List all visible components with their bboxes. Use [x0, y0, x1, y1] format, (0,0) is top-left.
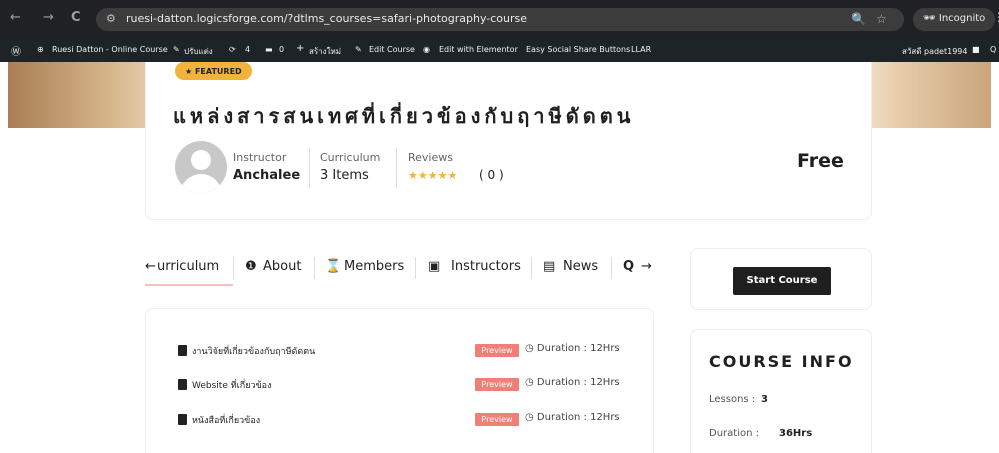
site-name-link[interactable]: Ruesi Datton - Online Course — [52, 45, 168, 54]
course-info-title: COURSE INFO — [709, 352, 854, 371]
tab-members[interactable]: Members — [344, 259, 404, 274]
course-price: Free — [797, 150, 844, 172]
meta-divider — [396, 148, 397, 188]
tab-divider — [415, 257, 416, 279]
book-icon — [178, 379, 187, 390]
featured-badge: ★ FEATURED — [175, 62, 252, 80]
course-info-card: COURSE INFO Lessons : 3 Duration : 36Hrs — [690, 329, 872, 453]
lesson-title[interactable]: หนังสือที่เกี่ยวข้อง — [192, 413, 260, 427]
bookmark-star-icon[interactable]: ☆ — [876, 12, 887, 26]
updates-count[interactable]: 4 — [245, 45, 250, 54]
forward-button[interactable]: → — [43, 10, 54, 25]
lesson-title[interactable]: งานวิจัยที่เกี่ยวข้องกับฤาษีดัดตน — [192, 344, 315, 358]
incognito-indicator[interactable]: 🕶 Incognito — [913, 8, 995, 31]
wordpress-logo-icon[interactable]: Ⓦ — [11, 43, 21, 58]
tab-search-icon[interactable]: Q — [623, 259, 634, 274]
reviews-label: Reviews — [408, 151, 453, 164]
customize-icon: ✎ — [173, 45, 180, 54]
tab-instructors[interactable]: Instructors — [451, 259, 521, 274]
book-icon — [178, 414, 187, 425]
duration-label: Duration : — [709, 428, 759, 439]
tab-divider — [531, 257, 532, 279]
edit-course-link[interactable]: Edit Course — [369, 45, 415, 54]
start-course-button[interactable]: Start Course — [733, 267, 831, 295]
user-avatar-icon[interactable]: ■ — [972, 45, 980, 54]
tab-divider — [611, 257, 612, 279]
preview-badge[interactable]: Preview — [475, 413, 519, 426]
rating-stars: ★★★★★ — [408, 169, 458, 182]
address-bar[interactable]: ⚙ ruesi-datton.logicsforge.com/?dtlms_co… — [96, 8, 904, 31]
instructor-avatar[interactable] — [175, 141, 227, 193]
preview-badge[interactable]: Preview — [475, 344, 519, 357]
news-icon: ▤ — [543, 259, 556, 274]
meta-divider — [309, 148, 310, 188]
url-text[interactable]: ruesi-datton.logicsforge.com/?dtlms_cour… — [126, 12, 527, 25]
about-icon: ❶ — [245, 259, 257, 274]
tab-divider — [233, 257, 234, 279]
admin-search-icon[interactable]: Q — [990, 45, 996, 54]
reviews-count: ( 0 ) — [479, 168, 504, 182]
tab-news[interactable]: News — [563, 259, 598, 274]
instructor-name[interactable]: Anchalee — [233, 168, 300, 183]
clock-icon: ◷ — [525, 343, 534, 354]
incognito-icon: 🕶 — [923, 13, 936, 24]
course-header-card — [145, 62, 872, 220]
course-title: แหล่งสารสนเทศที่เกี่ยวข้องกับฤาษีดัดตน — [173, 104, 635, 128]
curriculum-label: Curriculum — [320, 151, 381, 164]
curriculum-count: 3 Items — [320, 168, 369, 183]
site-settings-icon[interactable]: ⚙ — [106, 12, 116, 25]
llar-link[interactable]: LLAR — [631, 45, 651, 54]
social-buttons-link[interactable]: Easy Social Share Buttons — [526, 45, 630, 54]
curriculum-list: งานวิจัยที่เกี่ยวข้องกับฤาษีดัดตน Previe… — [145, 308, 654, 453]
user-greeting[interactable]: สวัสดี padet1994 — [902, 45, 967, 58]
back-button[interactable]: ← — [10, 10, 21, 25]
start-course-card: Start Course — [690, 248, 872, 310]
instructor-label: Instructor — [233, 151, 287, 164]
lesson-duration: Duration : 12Hrs — [536, 343, 620, 354]
clock-icon: ◷ — [525, 412, 534, 423]
instructors-icon: ▣ — [428, 259, 441, 274]
elementor-icon: ◉ — [423, 45, 430, 54]
active-tab-underline — [145, 284, 233, 286]
customize-link[interactable]: ปรับแต่ง — [184, 45, 213, 58]
tab-curriculum[interactable]: urriculum — [157, 259, 219, 274]
lessons-label: Lessons : — [709, 394, 756, 405]
avatar-head-shape — [191, 150, 211, 170]
lesson-duration: Duration : 12Hrs — [536, 377, 620, 388]
book-icon — [178, 345, 187, 356]
browser-toolbar: ← → C ⚙ ruesi-datton.logicsforge.com/?dt… — [0, 0, 999, 38]
lesson-duration: Duration : 12Hrs — [536, 412, 620, 423]
updates-icon: ⟳ — [229, 45, 236, 54]
lesson-title[interactable]: Website ที่เกี่ยวข้อง — [192, 378, 271, 392]
reload-button[interactable]: C — [71, 10, 81, 25]
tab-divider — [314, 257, 315, 279]
members-icon: ⌛ — [325, 259, 342, 274]
tabs-prev-arrow[interactable]: ← — [145, 259, 156, 274]
search-icon[interactable]: 🔍 — [851, 12, 866, 26]
comments-icon: ▬ — [265, 45, 273, 54]
course-tabs: ← urriculum ❶ About ⌛ Members ▣ Instruct… — [145, 250, 655, 286]
avatar-body-shape — [180, 174, 222, 193]
browser-menu-icon[interactable]: ⋮ — [993, 10, 999, 24]
new-item-link[interactable]: สร้างใหม่ — [309, 45, 341, 58]
edit-course-icon: ✎ — [355, 45, 362, 54]
incognito-label: Incognito — [938, 13, 986, 24]
site-home-icon: ⊕ — [37, 45, 44, 54]
preview-badge[interactable]: Preview — [475, 378, 519, 391]
new-item-icon: + — [296, 43, 305, 54]
edit-elementor-link[interactable]: Edit with Elementor — [439, 45, 518, 54]
lessons-value: 3 — [761, 394, 768, 405]
tabs-next-arrow[interactable]: → — [641, 259, 652, 274]
tab-about[interactable]: About — [263, 259, 301, 274]
wp-admin-bar: Ⓦ ⊕ Ruesi Datton - Online Course ✎ ปรับแ… — [0, 38, 999, 62]
comments-count[interactable]: 0 — [279, 45, 284, 54]
duration-value: 36Hrs — [779, 428, 813, 439]
clock-icon: ◷ — [525, 377, 534, 388]
